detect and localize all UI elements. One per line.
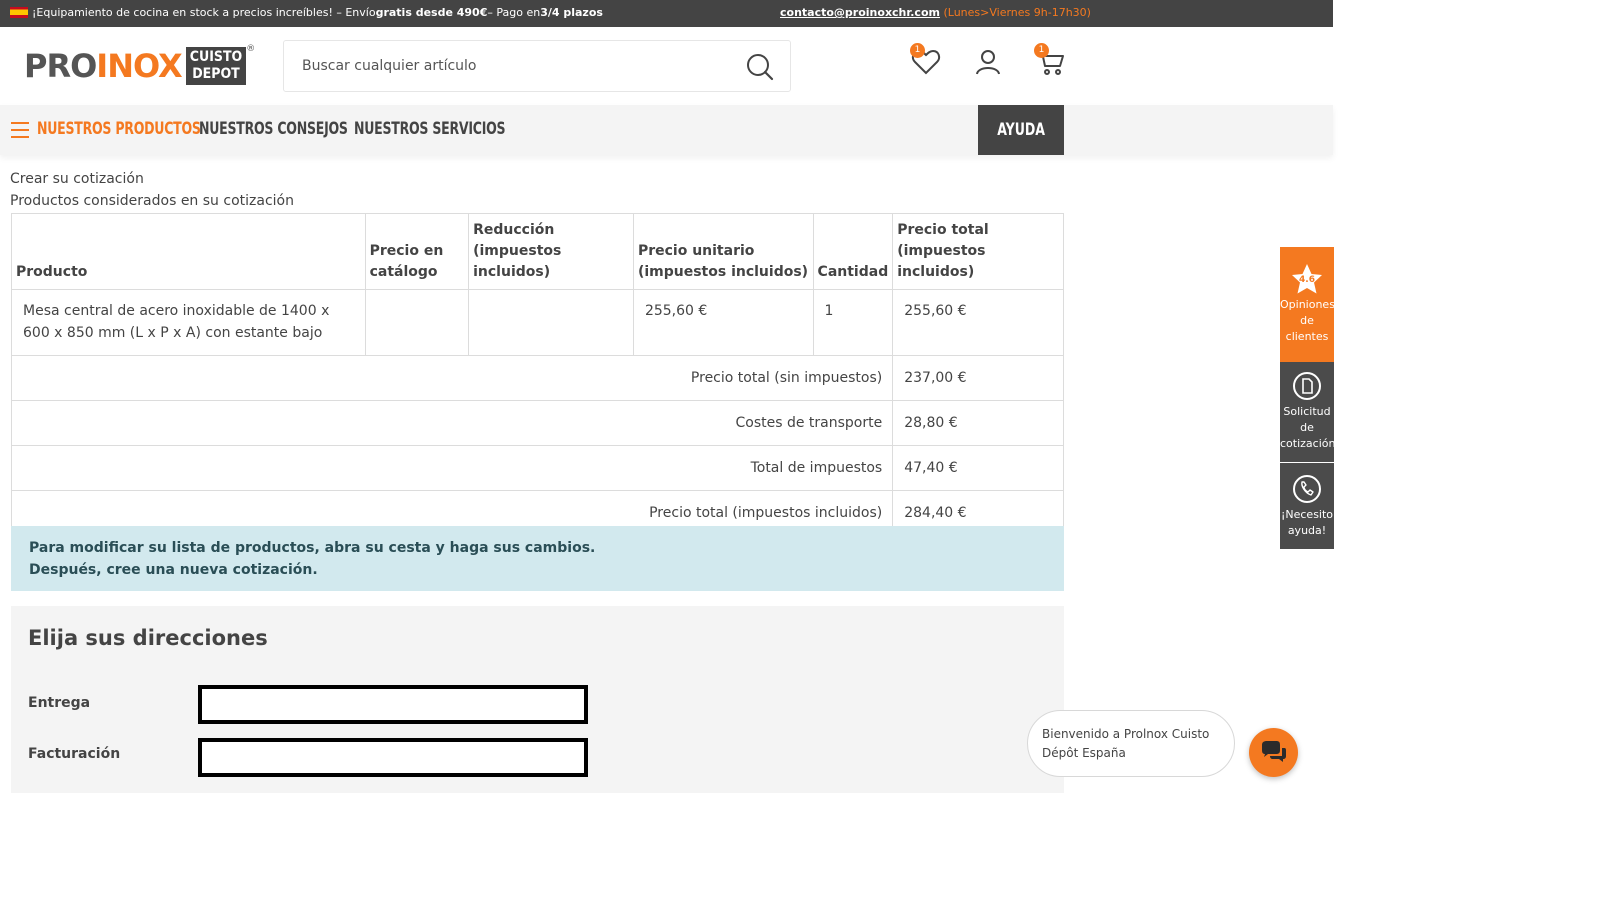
need-help-widget[interactable]: ¡Necesito ayuda! xyxy=(1280,463,1334,549)
cart-button[interactable]: 1 xyxy=(1034,43,1066,78)
col-header-quantity: Cantidad xyxy=(812,213,894,290)
col-header-product: Producto xyxy=(11,213,366,290)
quote-table: Producto Precio en catálogo Reducción (i… xyxy=(10,213,1064,536)
catalog-price xyxy=(364,289,470,356)
document-icon xyxy=(1293,372,1321,400)
billing-address-select[interactable] xyxy=(198,738,588,777)
star-icon: 4.6 xyxy=(1290,263,1324,295)
contact-hours: (Lunes>Viernes 9h-17h30) xyxy=(943,6,1091,19)
nav-services[interactable]: NUESTROS SERVICIOS xyxy=(354,119,506,139)
menu-icon[interactable] xyxy=(11,122,29,138)
phone-icon xyxy=(1293,475,1321,503)
page-title: Crear su cotización xyxy=(10,171,144,187)
reduction xyxy=(468,289,634,356)
nav-products[interactable]: NUESTROS PRODUCTOS xyxy=(37,119,201,139)
info-alert: Para modificar su lista de productos, ab… xyxy=(11,526,1064,591)
main-nav: NUESTROS PRODUCTOS NUESTROS CONSEJOS NUE… xyxy=(0,105,1333,155)
summary-label: Precio total (sin impuestos) xyxy=(10,355,894,401)
col-header-reduction: Reducción (impuestos incluidos) xyxy=(468,213,634,290)
help-button[interactable]: AYUDA xyxy=(978,105,1064,155)
col-header-total: Precio total (impuestos incluidos) xyxy=(892,213,1064,290)
summary-value: 28,80 € xyxy=(892,400,1064,446)
chat-welcome-bubble[interactable]: Bienvenido a Prolnox Cuisto Dépôt España xyxy=(1027,710,1235,777)
billing-label: Facturación xyxy=(28,746,121,762)
col-header-unit-price: Precio unitario (impuestos incluidos) xyxy=(632,213,814,290)
search-icon[interactable] xyxy=(746,53,774,81)
unit-price: 255,60 € xyxy=(632,289,814,356)
user-icon xyxy=(976,50,1000,75)
addresses-section: Elija sus direcciones Entrega Facturació… xyxy=(11,606,1064,793)
contact-info: contacto@proinoxchr.com (Lunes>Viernes 9… xyxy=(780,6,1091,19)
page-subtitle: Productos considerados en su cotización xyxy=(10,193,294,209)
search-input[interactable] xyxy=(284,41,724,91)
summary-label: Total de impuestos xyxy=(10,445,894,491)
account-button[interactable] xyxy=(972,46,1004,78)
table-header-row: Producto Precio en catálogo Reducción (i… xyxy=(11,213,1064,290)
summary-value: 47,40 € xyxy=(892,445,1064,491)
delivery-address-select[interactable] xyxy=(198,685,588,724)
search-box xyxy=(283,40,791,92)
quote-request-widget[interactable]: Solicitud de cotización xyxy=(1280,362,1335,462)
rating-value: 4.6 xyxy=(1299,275,1315,285)
addresses-title: Elija sus direcciones xyxy=(28,626,268,650)
table-row: Mesa central de acero inoxidable de 1400… xyxy=(11,289,1064,356)
cart-count-badge: 1 xyxy=(1034,43,1049,58)
chat-button[interactable] xyxy=(1249,728,1298,777)
quantity: 1 xyxy=(812,289,894,356)
promo-bar: ¡Equipamiento de cocina en stock a preci… xyxy=(0,0,1333,27)
summary-row: Precio total (sin impuestos) 237,00 € xyxy=(10,355,1064,401)
promo-text: ¡Equipamiento de cocina en stock a preci… xyxy=(10,6,603,19)
nav-advice[interactable]: NUESTROS CONSEJOS xyxy=(199,119,348,139)
chat-icon xyxy=(1262,741,1286,762)
summary-row: Total de impuestos 47,40 € xyxy=(10,445,1064,491)
row-total: 255,60 € xyxy=(892,289,1064,356)
product-name: Mesa central de acero inoxidable de 1400… xyxy=(11,289,366,356)
summary-label: Costes de transporte xyxy=(10,400,894,446)
delivery-label: Entrega xyxy=(28,695,91,711)
site-logo[interactable]: PRO INOX CUISTO DEPOT ® xyxy=(24,44,255,88)
customer-reviews-widget[interactable]: 4.6 Opiniones de clientes xyxy=(1280,247,1335,362)
contact-email-link[interactable]: contacto@proinoxchr.com xyxy=(780,6,940,19)
logo-cuisto-depot: CUISTO DEPOT xyxy=(185,47,247,85)
wishlist-button[interactable]: 1 xyxy=(910,43,942,78)
wishlist-count-badge: 1 xyxy=(910,43,925,58)
spain-flag-icon xyxy=(10,7,28,18)
summary-row: Costes de transporte 28,80 € xyxy=(10,400,1064,446)
summary-value: 237,00 € xyxy=(892,355,1064,401)
col-header-catalog-price: Precio en catálogo xyxy=(364,213,470,290)
